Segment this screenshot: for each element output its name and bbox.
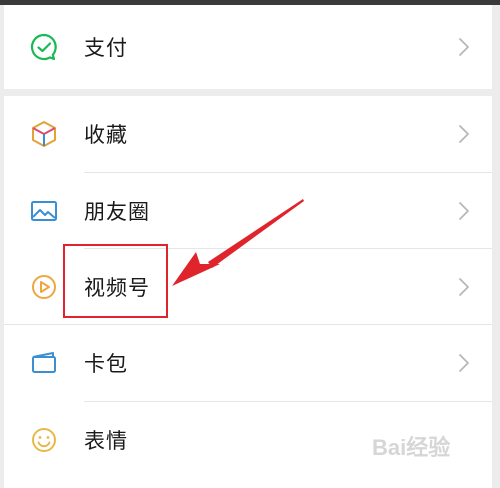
menu-item-label: 朋友圈 (84, 200, 150, 224)
menu-item-label: 表情 (84, 429, 128, 453)
chevron-right-icon (459, 125, 469, 143)
wechat-pay-icon (30, 33, 57, 61)
card-wallet-icon (32, 352, 56, 373)
menu-item-favorites[interactable]: 收藏 (4, 96, 492, 172)
cube-icon (32, 121, 56, 147)
chevron-right-icon (459, 278, 469, 296)
image-icon (31, 201, 57, 221)
menu-item-label: 卡包 (84, 352, 128, 376)
chevron-right-icon (459, 202, 469, 220)
chevron-right-icon (459, 354, 469, 372)
menu-item-label: 支付 (84, 36, 128, 60)
app-screen: 支付 收藏 朋友圈 视频号 卡包 表情 Bai经验 (0, 0, 500, 488)
smiley-icon (32, 428, 56, 452)
menu-item-cards[interactable]: 卡包 (4, 325, 492, 401)
watermark: Bai经验 (372, 435, 451, 460)
menu-item-label: 收藏 (84, 123, 128, 147)
highlight-box (63, 244, 168, 318)
play-icon (32, 275, 56, 299)
chevron-right-icon (459, 38, 469, 56)
menu-group-pay: 支付 (4, 5, 492, 89)
menu-item-moments[interactable]: 朋友圈 (4, 173, 492, 249)
menu-item-pay[interactable]: 支付 (4, 9, 492, 85)
